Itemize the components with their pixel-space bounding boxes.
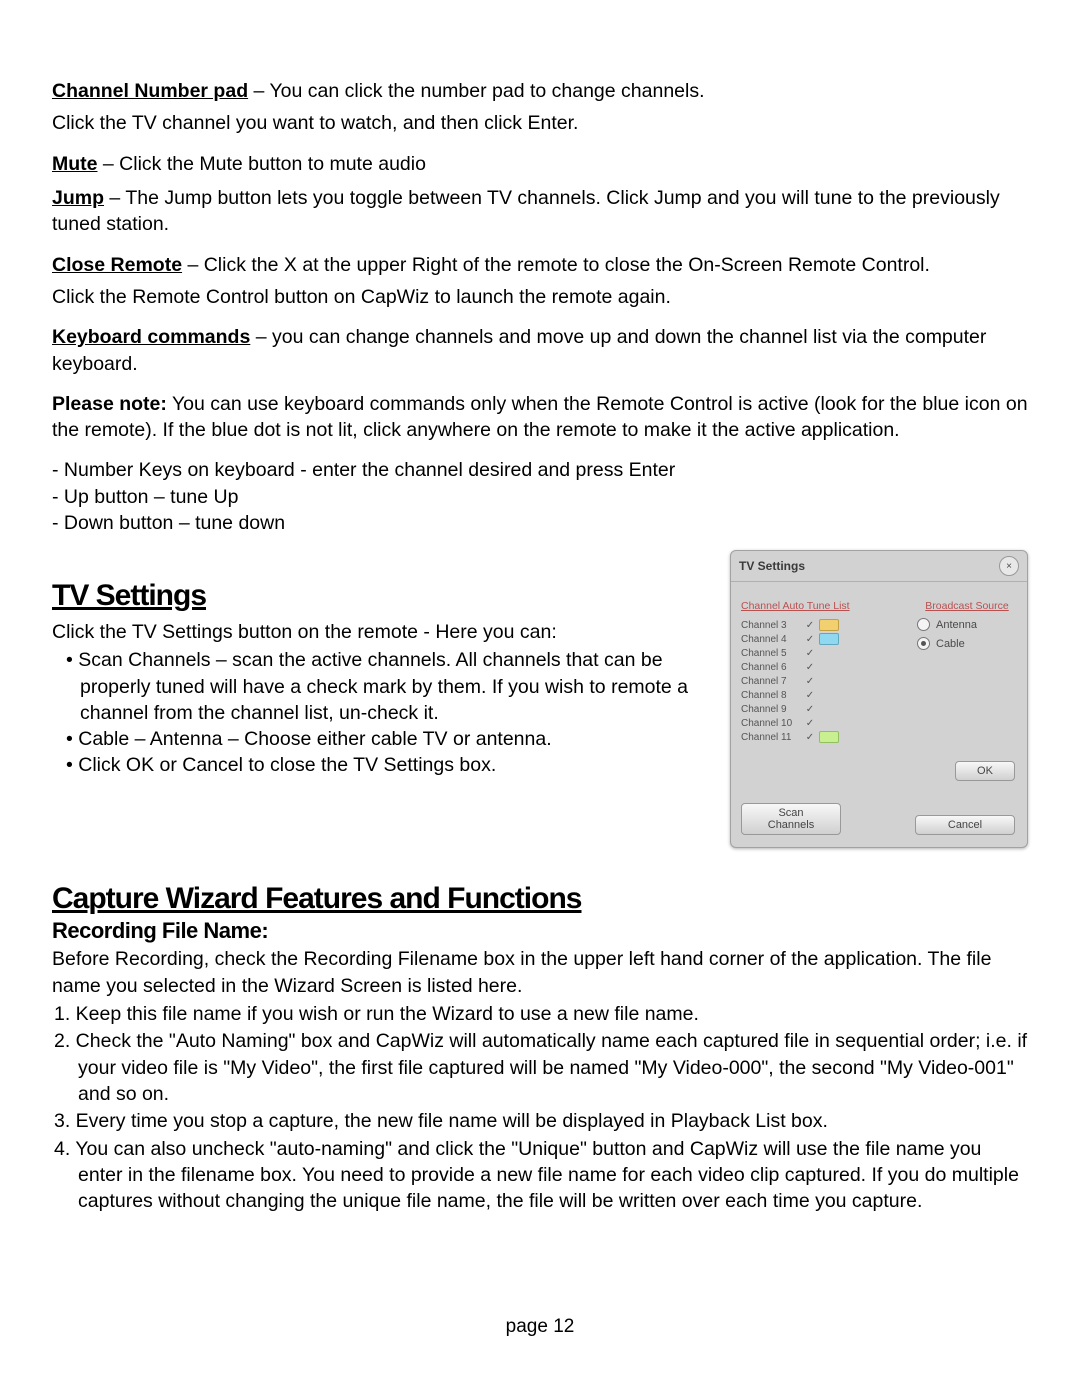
tv-dialog-body: Channel Auto Tune List Channel 3✓Channel… [731, 582, 1027, 756]
checkmark-icon: ✓ [803, 648, 817, 659]
recording-item-4: 4. You can also uncheck "auto-naming" an… [52, 1136, 1028, 1215]
section-channel-pad: Channel Number pad – You can click the n… [52, 78, 1028, 137]
tv-intro: Click the TV Settings button on the remo… [52, 619, 714, 645]
radio-checked-icon [917, 637, 930, 650]
channel-row[interactable]: Channel 3✓ [741, 618, 905, 632]
recording-item-2: 2. Check the "Auto Naming" box and CapWi… [52, 1028, 1028, 1107]
channel-name: Channel 11 [741, 732, 803, 743]
close-remote-label: Close Remote [52, 254, 182, 276]
checkmark-icon: ✓ [803, 676, 817, 687]
recording-list: 1. Keep this file name if you wish or ru… [52, 1001, 1028, 1215]
recording-item-1: 1. Keep this file name if you wish or ru… [52, 1001, 1028, 1027]
tv-dialog-titlebar: TV Settings × [731, 551, 1027, 582]
please-note-text: You can use keyboard commands only when … [52, 393, 1028, 441]
radio-icon [917, 618, 930, 631]
please-note: Please note: You can use keyboard comman… [52, 391, 1028, 444]
channel-row[interactable]: Channel 7✓ [741, 674, 905, 688]
broadcast-source-header: Broadcast Source [917, 600, 1017, 612]
page-number: page 12 [0, 1316, 1080, 1338]
source-antenna-option[interactable]: Antenna [917, 618, 1017, 631]
keyboard-label: Keyboard commands [52, 326, 250, 348]
section-close-remote: Close Remote – Click the X at the upper … [52, 252, 1028, 311]
key-item-up: - Up button – tune Up [52, 484, 1028, 510]
recording-filename-heading: Recording File Name: [52, 918, 1028, 944]
capture-wizard-section: Capture Wizard Features and Functions Re… [52, 882, 1028, 1214]
channel-badge-icon [819, 731, 839, 743]
channel-row[interactable]: Channel 8✓ [741, 688, 905, 702]
channel-name: Channel 7 [741, 676, 803, 687]
source-cable-option[interactable]: Cable [917, 637, 1017, 650]
channel-pad-text2: Click the TV channel you want to watch, … [52, 110, 1028, 136]
checkmark-icon: ✓ [803, 718, 817, 729]
channel-row[interactable]: Channel 11✓ [741, 730, 905, 744]
tv-dialog-channel-column: Channel Auto Tune List Channel 3✓Channel… [741, 600, 905, 744]
checkmark-icon: ✓ [803, 704, 817, 715]
channel-name: Channel 3 [741, 620, 803, 631]
cancel-button[interactable]: Cancel [915, 815, 1015, 835]
tv-settings-heading: TV Settings [52, 576, 714, 617]
checkmark-icon: ✓ [803, 662, 817, 673]
section-keyboard: Keyboard commands – you can change chann… [52, 324, 1028, 377]
checkmark-icon: ✓ [803, 620, 817, 631]
tv-dialog-title: TV Settings [739, 559, 805, 573]
checkmark-icon: ✓ [803, 690, 817, 701]
please-note-label: Please note: [52, 393, 167, 415]
channel-name: Channel 9 [741, 704, 803, 715]
tv-bullet-ok: • Click OK or Cancel to close the TV Set… [52, 752, 714, 778]
close-icon[interactable]: × [999, 556, 1019, 576]
tv-dialog-footer: Scan Channels OK Cancel [741, 761, 1015, 835]
channel-badge-icon [819, 633, 839, 645]
key-item-numbers: - Number Keys on keyboard - enter the ch… [52, 457, 1028, 483]
recording-item-3: 3. Every time you stop a capture, the ne… [52, 1108, 1028, 1134]
channel-row[interactable]: Channel 9✓ [741, 702, 905, 716]
checkmark-icon: ✓ [803, 732, 817, 743]
document-page: Channel Number pad – You can click the n… [0, 0, 1080, 1374]
close-remote-text2: Click the Remote Control button on CapWi… [52, 284, 1028, 310]
jump-text: – The Jump button lets you toggle betwee… [52, 187, 1000, 235]
tv-dialog-source-column: Broadcast Source Antenna Cable [917, 600, 1017, 744]
recording-intro: Before Recording, check the Recording Fi… [52, 946, 1028, 999]
tv-settings-section: TV Settings Click the TV Settings button… [52, 554, 1028, 848]
channel-row[interactable]: Channel 5✓ [741, 646, 905, 660]
checkmark-icon: ✓ [803, 634, 817, 645]
channel-name: Channel 8 [741, 690, 803, 701]
jump-label: Jump [52, 187, 104, 209]
key-item-down: - Down button – tune down [52, 510, 1028, 536]
channel-name: Channel 6 [741, 662, 803, 673]
tv-bullet-scan: • Scan Channels – scan the active channe… [52, 647, 714, 726]
mute-text: – Click the Mute button to mute audio [98, 153, 426, 175]
section-jump: Jump – The Jump button lets you toggle b… [52, 185, 1028, 238]
channel-row[interactable]: Channel 6✓ [741, 660, 905, 674]
channel-pad-text1: – You can click the number pad to change… [248, 80, 704, 102]
ok-button[interactable]: OK [955, 761, 1015, 781]
tv-settings-text: TV Settings Click the TV Settings button… [52, 554, 714, 778]
channel-badge-icon [819, 619, 839, 631]
channel-list: Channel 3✓Channel 4✓Channel 5✓Channel 6✓… [741, 618, 905, 744]
scan-channels-button[interactable]: Scan Channels [741, 803, 841, 835]
capture-wizard-heading: Capture Wizard Features and Functions [52, 882, 1028, 916]
channel-name: Channel 5 [741, 648, 803, 659]
keyboard-key-list: - Number Keys on keyboard - enter the ch… [52, 457, 1028, 536]
channel-name: Channel 10 [741, 718, 803, 729]
mute-label: Mute [52, 153, 98, 175]
close-remote-text1: – Click the X at the upper Right of the … [182, 254, 930, 276]
tv-settings-dialog: TV Settings × Channel Auto Tune List Cha… [730, 550, 1028, 848]
channel-name: Channel 4 [741, 634, 803, 645]
channel-row[interactable]: Channel 4✓ [741, 632, 905, 646]
channel-row[interactable]: Channel 10✓ [741, 716, 905, 730]
section-mute: Mute – Click the Mute button to mute aud… [52, 151, 1028, 177]
channel-pad-label: Channel Number pad [52, 80, 248, 102]
source-cable-label: Cable [936, 638, 965, 650]
channel-list-header: Channel Auto Tune List [741, 600, 905, 612]
source-antenna-label: Antenna [936, 619, 977, 631]
tv-bullet-cable: • Cable – Antenna – Choose either cable … [52, 726, 714, 752]
